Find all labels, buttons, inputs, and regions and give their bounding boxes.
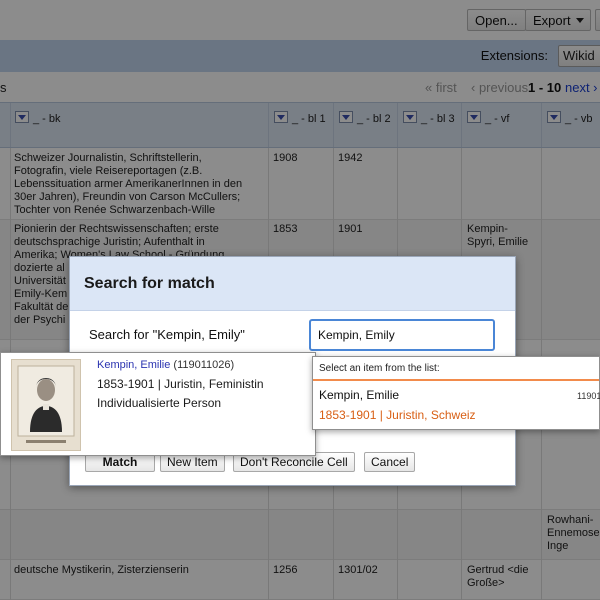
search-input[interactable] bbox=[309, 319, 495, 351]
search-label: Search for "Kempin, Emily" bbox=[89, 327, 245, 342]
suggestion-item[interactable]: Kempin, Emilie 11901 1853-1901 | Juristi… bbox=[313, 379, 600, 429]
cancel-button[interactable]: Cancel bbox=[364, 452, 416, 472]
suggestion-list: Select an item from the list: Kempin, Em… bbox=[312, 356, 600, 430]
preview-description: 1853-1901 | Juristin, Feministin bbox=[97, 377, 264, 391]
dialog-header: Search for match bbox=[70, 257, 515, 311]
preview-name-text: Kempin, Emilie bbox=[97, 359, 171, 371]
suggestion-hint: Select an item from the list: bbox=[319, 363, 440, 374]
portrait-image bbox=[17, 365, 75, 443]
suggestion-id: 11901 bbox=[577, 391, 600, 401]
preview-type: Individualisierte Person bbox=[97, 396, 222, 410]
entity-preview-popup: Kempin, Emilie (119011026) 1853-1901 | J… bbox=[0, 352, 316, 456]
suggestion-description: 1853-1901 | Juristin, Schweiz bbox=[319, 408, 476, 422]
dialog-title: Search for match bbox=[84, 275, 215, 292]
suggestion-title: Kempin, Emilie bbox=[319, 388, 400, 402]
preview-id: (119011026) bbox=[173, 359, 235, 371]
preview-entity-name[interactable]: Kempin, Emilie (119011026) bbox=[97, 359, 234, 371]
portrait-photo bbox=[11, 359, 81, 451]
